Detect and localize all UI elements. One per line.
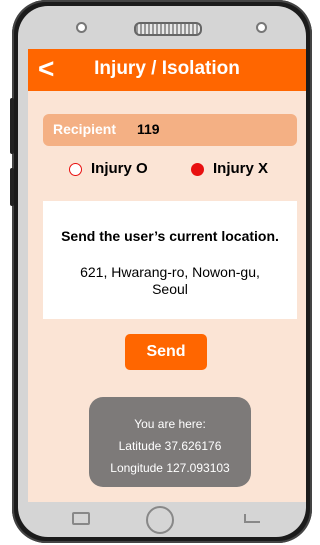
back-arrow-icon[interactable] [244, 514, 260, 523]
navigation-bar [22, 502, 298, 536]
proximity-sensor [256, 22, 267, 33]
power-button [10, 168, 14, 206]
recent-apps-icon[interactable] [72, 512, 90, 525]
location-address: 621, Hwarang-ro, Nowon-gu, Seoul [53, 264, 287, 298]
earpiece-speaker [134, 22, 202, 36]
radio-selected-icon [191, 163, 204, 176]
recipient-label: Recipient [53, 121, 117, 137]
phone-top-bar [22, 14, 298, 48]
toast-latitude: Latitude 37.626176 [118, 439, 222, 453]
address-line-1: 621, Hwarang-ro, Nowon-gu, [80, 264, 260, 280]
recipient-bar: Recipient 119 [43, 114, 297, 146]
home-icon[interactable] [146, 506, 174, 534]
location-card: Send the user’s current location. 621, H… [43, 201, 297, 319]
injury-x-label: Injury X [213, 160, 269, 177]
location-heading: Send the user’s current location. [61, 228, 279, 244]
injury-o-label: Injury O [91, 160, 148, 177]
toast-title: You are here: [134, 417, 206, 431]
front-camera [76, 22, 87, 33]
recipient-value: 119 [137, 121, 160, 137]
toast-longitude: Longitude 127.093103 [110, 461, 230, 475]
app-header: < Injury / Isolation [28, 49, 306, 91]
address-line-2: Seoul [152, 281, 188, 297]
location-toast: You are here: Latitude 37.626176 Longitu… [89, 397, 251, 487]
app-screen: < Injury / Isolation Recipient 119 Injur… [28, 49, 306, 502]
send-button[interactable]: Send [125, 334, 207, 370]
volume-button [10, 98, 14, 154]
radio-unselected-icon [69, 163, 82, 176]
page-title: Injury / Isolation [94, 58, 240, 79]
